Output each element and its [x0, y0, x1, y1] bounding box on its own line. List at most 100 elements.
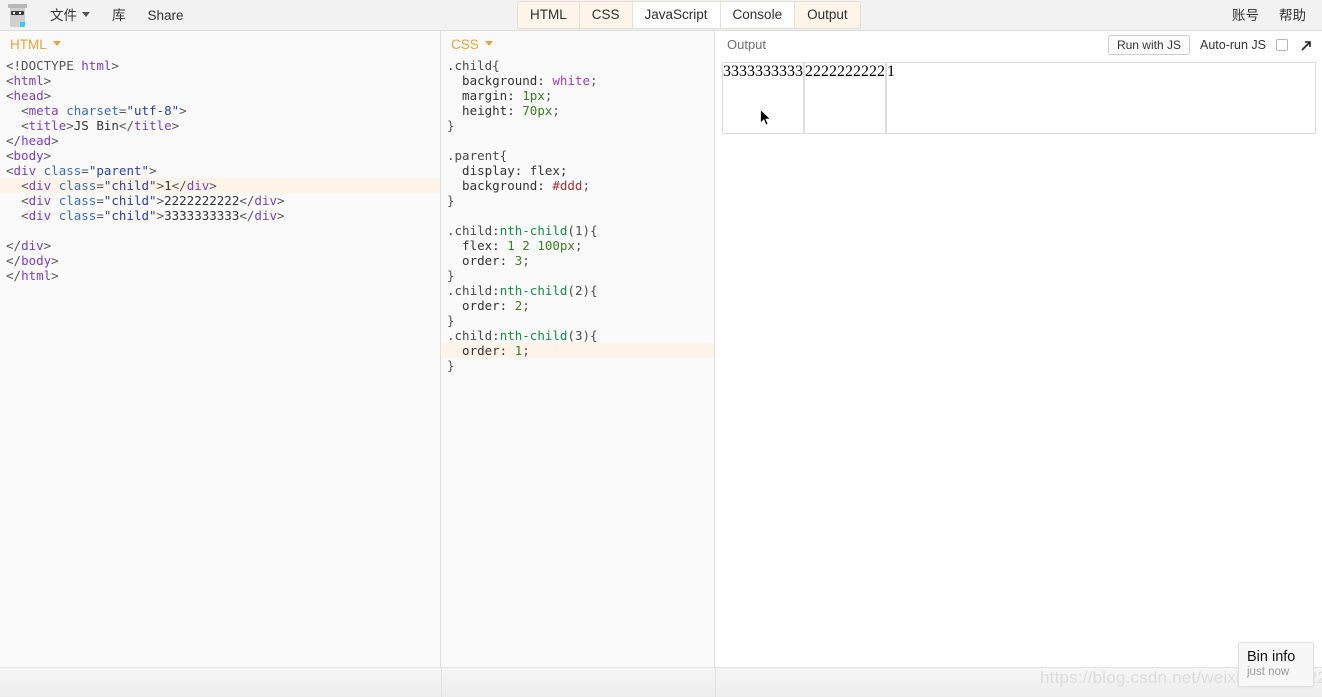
css-line-4[interactable]: height: 70px;: [441, 103, 714, 118]
css-line-18[interactable]: }: [441, 313, 714, 328]
expand-arrow-icon[interactable]: [1298, 38, 1314, 54]
html-line-9[interactable]: <div class="child">1</div>: [0, 178, 440, 193]
html-line-12[interactable]: [0, 223, 440, 238]
code-token: ;: [522, 298, 530, 313]
code-token: }: [447, 193, 455, 208]
code-token: <: [6, 163, 14, 178]
auto-run-js-label: Auto-run JS: [1199, 37, 1266, 52]
css-line-7[interactable]: .parent{: [441, 148, 714, 163]
code-token: 70px: [522, 103, 553, 118]
html-line-2[interactable]: <html>: [0, 73, 440, 88]
code-token: 1 2 100px: [507, 238, 575, 253]
tab-css[interactable]: CSS: [579, 2, 633, 28]
code-token: div: [28, 178, 52, 193]
tab-output[interactable]: Output: [795, 2, 860, 28]
css-code-editor[interactable]: .child{ background: white; margin: 1px; …: [441, 58, 714, 667]
code-token: >: [111, 58, 119, 73]
html-line-14[interactable]: </body>: [0, 253, 440, 268]
html-line-5[interactable]: <title>JS Bin</title>: [0, 118, 440, 133]
css-line-11[interactable]: [441, 208, 714, 223]
panel-html-header[interactable]: HTML: [0, 31, 440, 58]
code-token: </: [6, 238, 22, 253]
code-token: order:: [447, 298, 515, 313]
menu-help[interactable]: 帮助: [1269, 0, 1316, 31]
code-token: background:: [447, 178, 553, 193]
css-line-2[interactable]: background: white;: [441, 73, 714, 88]
menu-library[interactable]: 库: [101, 0, 137, 31]
menu-file[interactable]: 文件: [39, 0, 101, 31]
code-token: >: [43, 73, 52, 88]
html-line-4[interactable]: <meta charset="utf-8">: [0, 103, 440, 118]
css-line-13[interactable]: flex: 1 2 100px;: [441, 238, 714, 253]
code-token: >: [156, 208, 165, 223]
css-line-17[interactable]: order: 2;: [441, 298, 714, 313]
tab-html[interactable]: HTML: [518, 2, 580, 28]
code-token: >: [43, 148, 52, 163]
output-render-area[interactable]: 1 2222222222 3333333333: [715, 62, 1322, 667]
html-line-8[interactable]: <div class="parent">: [0, 163, 440, 178]
run-with-js-button[interactable]: Run with JS: [1107, 34, 1190, 55]
css-line-12[interactable]: .child:nth-child(1){: [441, 223, 714, 238]
code-token: >: [51, 268, 59, 283]
menu-share[interactable]: Share: [137, 0, 195, 31]
code-token: div: [254, 193, 277, 208]
code-token: div: [13, 163, 37, 178]
html-line-3[interactable]: <head>: [0, 88, 440, 103]
code-token: background:: [447, 73, 553, 88]
code-token: <: [21, 178, 29, 193]
code-token: body: [13, 148, 44, 163]
css-line-5[interactable]: }: [441, 118, 714, 133]
css-line-19[interactable]: .child:nth-child(3){: [441, 328, 714, 343]
html-code-editor[interactable]: <!DOCTYPE html> <html> <head> <meta charse…: [0, 58, 440, 667]
css-line-6[interactable]: [441, 133, 714, 148]
code-token: >: [149, 163, 157, 178]
auto-run-js-checkbox[interactable]: [1276, 38, 1288, 51]
css-line-15[interactable]: }: [441, 268, 714, 283]
code-token: ;: [590, 73, 598, 88]
html-line-15[interactable]: </html>: [0, 268, 440, 283]
jsbin-logo-icon[interactable]: [8, 3, 27, 27]
menu-account[interactable]: 账号: [1222, 0, 1269, 31]
code-token: }: [447, 268, 455, 283]
html-line-11[interactable]: <div class="child">3333333333</div>: [0, 208, 440, 223]
code-token: div: [28, 193, 52, 208]
editor-panels: HTML <!DOCTYPE html> <html> <head> <meta c…: [0, 31, 1322, 667]
html-line-1[interactable]: <!DOCTYPE html>: [0, 58, 440, 73]
css-line-9[interactable]: background: #ddd;: [441, 178, 714, 193]
code-token: }: [447, 118, 455, 133]
css-line-14[interactable]: order: 3;: [441, 253, 714, 268]
footer-bar: [0, 667, 1322, 697]
code-token: "parent": [88, 163, 150, 178]
panel-tab-group: HTML CSS JavaScript Console Output: [517, 1, 861, 29]
tab-javascript[interactable]: JavaScript: [632, 2, 721, 28]
chevron-down-icon[interactable]: [52, 41, 61, 46]
css-line-20[interactable]: order: 1;: [441, 343, 714, 358]
code-token: >: [179, 103, 187, 118]
logo-eye-left: [13, 11, 15, 14]
tab-console[interactable]: Console: [720, 2, 796, 28]
chevron-down-icon[interactable]: [484, 41, 493, 46]
code-token: .child:: [447, 283, 500, 298]
css-line-1[interactable]: .child{: [441, 58, 714, 73]
css-line-21[interactable]: }: [441, 358, 714, 373]
html-line-10[interactable]: <div class="child">2222222222</div>: [0, 193, 440, 208]
html-line-13[interactable]: </div>: [0, 238, 440, 253]
css-line-3[interactable]: margin: 1px;: [441, 88, 714, 103]
html-line-6[interactable]: </head>: [0, 133, 440, 148]
bin-info-title: Bin info: [1247, 649, 1296, 665]
code-token: <: [6, 88, 14, 103]
panel-css-header[interactable]: CSS: [441, 31, 714, 58]
code-token: meta: [28, 103, 59, 118]
code-token: >: [209, 178, 217, 193]
html-line-7[interactable]: <body>: [0, 148, 440, 163]
code-token: </: [6, 268, 22, 283]
css-line-10[interactable]: }: [441, 193, 714, 208]
css-line-16[interactable]: .child:nth-child(2){: [441, 283, 714, 298]
code-token: height:: [447, 103, 523, 118]
code-token: margin:: [447, 88, 523, 103]
bin-info-panel[interactable]: Bin info just now: [1238, 642, 1314, 687]
css-line-8[interactable]: display: flex;: [441, 163, 714, 178]
